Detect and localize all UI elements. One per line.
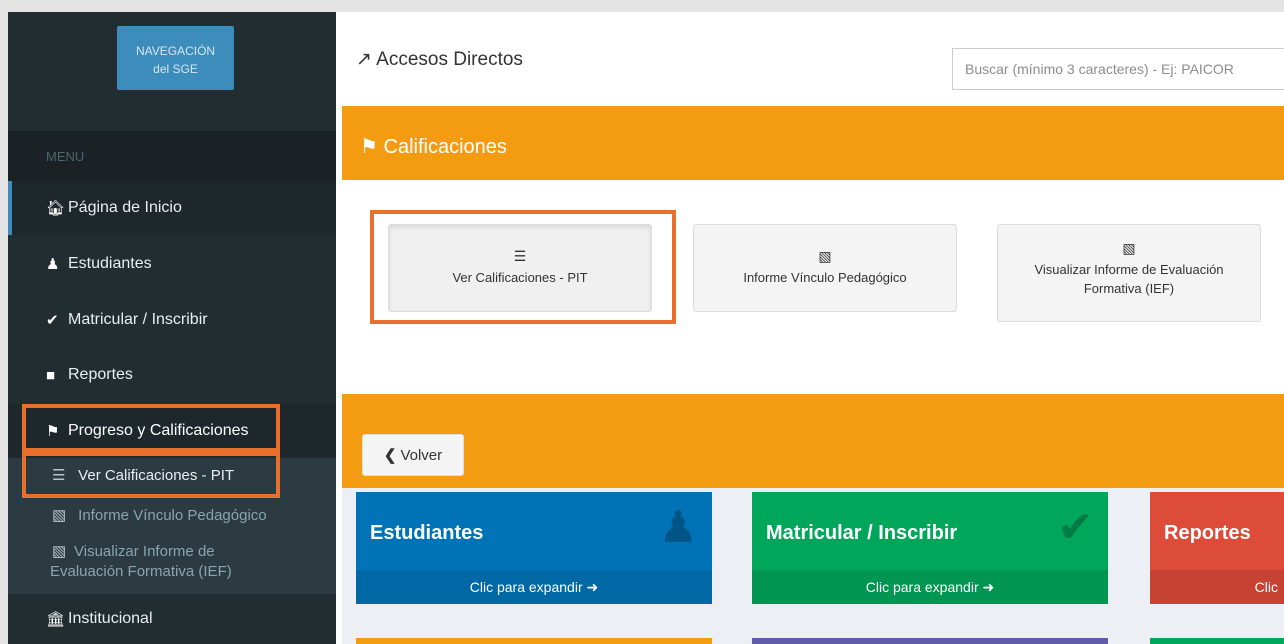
submenu-item-label-line1: Visualizar Informe de [74, 543, 215, 560]
sidebar-item-label: Página de Inicio [68, 199, 182, 216]
search-input[interactable]: Buscar (mínimo 3 caracteres) - Ej: PAICO… [952, 48, 1284, 90]
box-footer-text: Clic para expandir [469, 579, 583, 595]
submenu-item-label: Informe Vínculo Pedagógico [78, 507, 267, 524]
box-estudiantes[interactable]: Estudiantes ♟ Clic para expandir ➜ [356, 492, 712, 604]
sidebar-item-label: Matricular / Inscribir [68, 311, 208, 328]
box-next-row-1 [356, 638, 712, 644]
arrow-circle-right-icon: ➜ [978, 579, 995, 595]
box-title: Reportes [1164, 522, 1251, 544]
box-next-row-2 [752, 638, 1108, 644]
submenu-item-label-line2: Evaluación Formativa (IEF) [50, 563, 232, 580]
box-footer[interactable]: Clic para expandir ➜ [752, 570, 1108, 604]
book-icon: ▧ [52, 507, 67, 524]
calificaciones-title: ⚑ Calificaciones [360, 134, 507, 159]
top-bar: ↗︎ Accesos Directos Buscar (mínimo 3 car… [342, 32, 1284, 106]
sidebar-item-reportes[interactable]: ■ Reportes [8, 348, 336, 402]
menu-header: MENU [8, 131, 336, 181]
navegacion-sge-button[interactable]: NAVEGACIÓN del SGE [117, 26, 234, 90]
box-title: Estudiantes [370, 522, 484, 544]
highlight-shortcut-ver-calificaciones [370, 210, 676, 324]
person-icon: ♟ [658, 503, 698, 552]
person-icon: ♟ [46, 256, 60, 273]
box-footer[interactable]: Clic [1150, 570, 1284, 604]
nav-button-line1: NAVEGACIÓN [135, 44, 216, 58]
sidebar: NAVEGACIÓN del SGE MENU 🏠︎ Página de Ini… [8, 12, 336, 644]
page-title: ↗︎ Accesos Directos [356, 48, 523, 71]
box-footer-text: Clic para expandir [865, 579, 979, 595]
book-icon: ▧ [818, 248, 832, 264]
submenu-item-visualizar-ief[interactable]: ▧ Visualizar Informe de Evaluación Format… [8, 542, 336, 582]
file-icon: ■ [46, 366, 56, 384]
page-title-text: Accesos Directos [376, 49, 523, 70]
book-icon: ▧ [1122, 240, 1136, 256]
shortcut-label: Informe Vínculo Pedagógico [743, 270, 907, 285]
shortcut-label-line2: Formativa (IEF) [1083, 281, 1175, 296]
check-icon: ✔ [1057, 503, 1094, 552]
sidebar-item-estudiantes[interactable]: ♟ Estudiantes [8, 237, 336, 291]
flag-icon: ⚑ [360, 136, 378, 158]
box-reportes[interactable]: Reportes Clic [1150, 492, 1284, 604]
submenu-item-informe-vinculo[interactable]: ▧ Informe Vínculo Pedagógico [8, 506, 336, 524]
box-footer-text: Clic [1254, 579, 1278, 595]
shortcuts-panel: ☰ Ver Calificaciones - PIT ▧ Informe Vín… [342, 180, 1284, 394]
check-icon: ✔ [46, 312, 59, 329]
arrow-circle-right-icon: ➜ [582, 579, 599, 595]
shortcut-visualizar-ief[interactable]: ▧ Visualizar Informe de Evaluación Forma… [997, 224, 1261, 322]
app-frame: NAVEGACIÓN del SGE MENU 🏠︎ Página de Ini… [8, 12, 1284, 644]
back-button-label: Volver [400, 446, 443, 464]
sidebar-item-institucional[interactable]: 🏛︎ Institucional [8, 594, 336, 644]
calificaciones-header: ⚑ Calificaciones [342, 106, 1284, 180]
home-icon: 🏠︎ [46, 200, 66, 217]
box-title: Matricular / Inscribir [766, 522, 958, 544]
back-button[interactable]: ❮ Volver [362, 434, 464, 476]
book-icon: ▧ [52, 543, 67, 560]
box-footer[interactable]: Clic para expandir ➜ [356, 570, 712, 604]
sidebar-item-label: Estudiantes [68, 255, 152, 272]
nav-button-line2: del SGE [153, 62, 198, 76]
external-link-icon: ↗︎ [356, 49, 372, 70]
main-content: ↗︎ Accesos Directos Buscar (mínimo 3 car… [342, 32, 1284, 644]
sidebar-item-matricular[interactable]: ✔ Matricular / Inscribir [8, 293, 336, 347]
shortcut-informe-vinculo[interactable]: ▧ Informe Vínculo Pedagógico [693, 224, 957, 312]
sidebar-item-label: Institucional [68, 610, 153, 627]
shortcut-label-line1: Visualizar Informe de Evaluación [1034, 262, 1224, 277]
highlight-ver-calificaciones [22, 452, 280, 498]
box-next-row-3 [1150, 638, 1284, 644]
box-matricular[interactable]: Matricular / Inscribir ✔ Clic para expan… [752, 492, 1108, 604]
sidebar-item-inicio[interactable]: 🏠︎ Página de Inicio [8, 181, 336, 235]
sidebar-item-label: Reportes [68, 366, 133, 383]
volver-bar [342, 394, 1284, 488]
institution-icon: 🏛︎ [46, 611, 66, 628]
calificaciones-title-text: Calificaciones [383, 136, 507, 158]
chevron-left-icon: ❮ [383, 447, 397, 464]
highlight-progreso [22, 404, 280, 452]
